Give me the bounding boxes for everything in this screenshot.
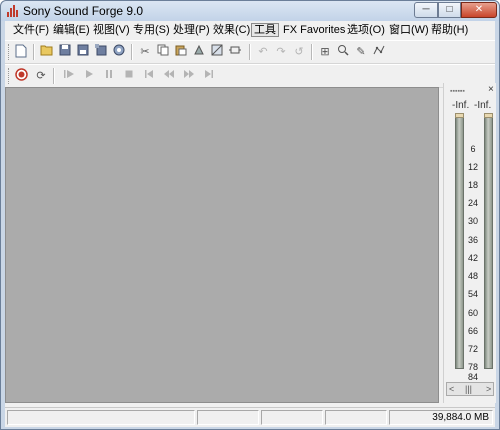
menu-window[interactable]: 窗口(W): [387, 23, 431, 37]
meter-tick: 48: [467, 271, 478, 281]
menu-effects[interactable]: 效果(C): [211, 23, 252, 37]
meter-tick: 78: [467, 362, 478, 372]
menu-view[interactable]: 视图(V): [91, 23, 132, 37]
menu-help[interactable]: 帮助(H): [429, 23, 470, 37]
stop-icon[interactable]: [121, 68, 137, 84]
maximize-button[interactable]: □: [438, 2, 461, 18]
go-to-start-icon[interactable]: [141, 68, 157, 84]
save-icon[interactable]: [57, 44, 73, 60]
meter-tick: 36: [467, 235, 478, 245]
menu-fx-favorites[interactable]: FX Favorites: [281, 23, 347, 37]
meter-grip[interactable]: ▪▪▪▪▪▪: [450, 88, 465, 95]
menu-options[interactable]: 选项(O): [345, 23, 387, 37]
pencil-icon[interactable]: ✎: [353, 44, 369, 60]
save-as-icon[interactable]: [75, 44, 91, 60]
paste-icon[interactable]: [173, 44, 189, 60]
meter-tick: 18: [467, 180, 478, 190]
app-window: Sony Sound Forge 9.0 ─ □ ✕ 文件(F) 编辑(E) 视…: [0, 0, 500, 430]
meter-tick: 24: [467, 198, 478, 208]
separator: [53, 68, 55, 84]
status-panel-message: [7, 410, 195, 425]
meter-tick: 42: [467, 253, 478, 263]
title-bar[interactable]: Sony Sound Forge 9.0 ─ □ ✕: [1, 1, 499, 21]
separator: [311, 44, 313, 60]
minimize-button[interactable]: ─: [414, 2, 438, 18]
cut-icon[interactable]: ✂: [137, 44, 153, 60]
pause-icon[interactable]: [101, 68, 117, 84]
status-panel: [197, 410, 259, 425]
menu-edit[interactable]: 编辑(E): [51, 23, 92, 37]
toolbar-grip[interactable]: [8, 44, 12, 60]
open-folder-icon[interactable]: [39, 44, 55, 60]
render-icon[interactable]: [111, 44, 127, 60]
menu-file[interactable]: 文件(F): [11, 23, 51, 37]
copy-icon[interactable]: [155, 44, 171, 60]
workspace-area[interactable]: [5, 87, 439, 403]
meter-right-peak-label: -Inf.: [474, 100, 492, 111]
go-to-end-icon[interactable]: [201, 68, 217, 84]
play-icon[interactable]: [81, 68, 97, 84]
standard-toolbar: ✂ ↶ ↷ ↺ ⊞ ✎: [5, 40, 495, 64]
menu-process[interactable]: 处理(P): [171, 23, 212, 37]
magnify-icon[interactable]: [335, 44, 351, 60]
meter-left-peak-label: -Inf.: [452, 100, 470, 111]
play-all-icon[interactable]: [61, 68, 77, 84]
meter-tick: 12: [467, 162, 478, 172]
menu-tools[interactable]: 工具: [251, 23, 279, 37]
level-meter-panel: ▪▪▪▪▪▪ × -Inf. -Inf. 6 12 18 24 30 36 42…: [443, 83, 496, 403]
separator: [33, 44, 35, 60]
meter-tick: 66: [467, 326, 478, 336]
redo-icon[interactable]: ↷: [273, 44, 289, 60]
undo-icon[interactable]: ↶: [255, 44, 271, 60]
menu-bar: 文件(F) 编辑(E) 视图(V) 专用(S) 处理(P) 效果(C) 工具 F…: [5, 21, 495, 39]
status-panel: [261, 410, 323, 425]
zoom-fit-icon[interactable]: ⊞: [317, 44, 333, 60]
rewind-icon[interactable]: [161, 68, 177, 84]
meter-scroll-right-icon[interactable]: >: [486, 383, 491, 395]
meter-tick: 72: [467, 344, 478, 354]
meter-tick: 54: [467, 289, 478, 299]
status-panel: [325, 410, 387, 425]
save-all-icon[interactable]: [93, 44, 109, 60]
status-bar: 39,884.0 MB: [5, 407, 495, 427]
meter-scroll-left-icon[interactable]: <: [449, 383, 454, 395]
sound-forge-icon: [7, 5, 19, 17]
disk-space-readout: 39,884.0 MB: [389, 410, 493, 425]
transport-toolbar: ⟳: [5, 64, 495, 88]
loop-icon[interactable]: ⟳: [33, 68, 49, 84]
window-title: Sony Sound Forge 9.0: [23, 4, 144, 18]
trim-icon[interactable]: [227, 44, 243, 60]
record-icon[interactable]: [13, 68, 29, 84]
meter-tick: 84: [467, 372, 478, 382]
fast-forward-icon[interactable]: [181, 68, 197, 84]
client-area: 文件(F) 编辑(E) 视图(V) 专用(S) 处理(P) 效果(C) 工具 F…: [5, 21, 496, 427]
meter-tick: 30: [467, 216, 478, 226]
separator: [131, 44, 133, 60]
toolbar-grip[interactable]: [8, 68, 12, 84]
meter-right-bar: [484, 113, 493, 369]
meter-scrollbar[interactable]: < ||| >: [446, 382, 494, 396]
close-button[interactable]: ✕: [461, 2, 497, 18]
meter-close-icon[interactable]: ×: [488, 84, 494, 95]
separator: [249, 44, 251, 60]
meter-tick: 60: [467, 308, 478, 318]
envelope-icon[interactable]: [371, 44, 387, 60]
meter-right-peak-hold: [484, 113, 493, 118]
menu-special[interactable]: 专用(S): [131, 23, 172, 37]
crossfade-icon[interactable]: [209, 44, 225, 60]
repeat-icon[interactable]: ↺: [291, 44, 307, 60]
meter-left-bar: [455, 113, 464, 369]
meter-left-peak-hold: [455, 113, 464, 118]
meter-tick: 6: [470, 144, 476, 154]
meter-scroll-thumb[interactable]: |||: [465, 383, 472, 395]
mix-icon[interactable]: [191, 44, 207, 60]
new-file-icon[interactable]: [13, 44, 29, 60]
